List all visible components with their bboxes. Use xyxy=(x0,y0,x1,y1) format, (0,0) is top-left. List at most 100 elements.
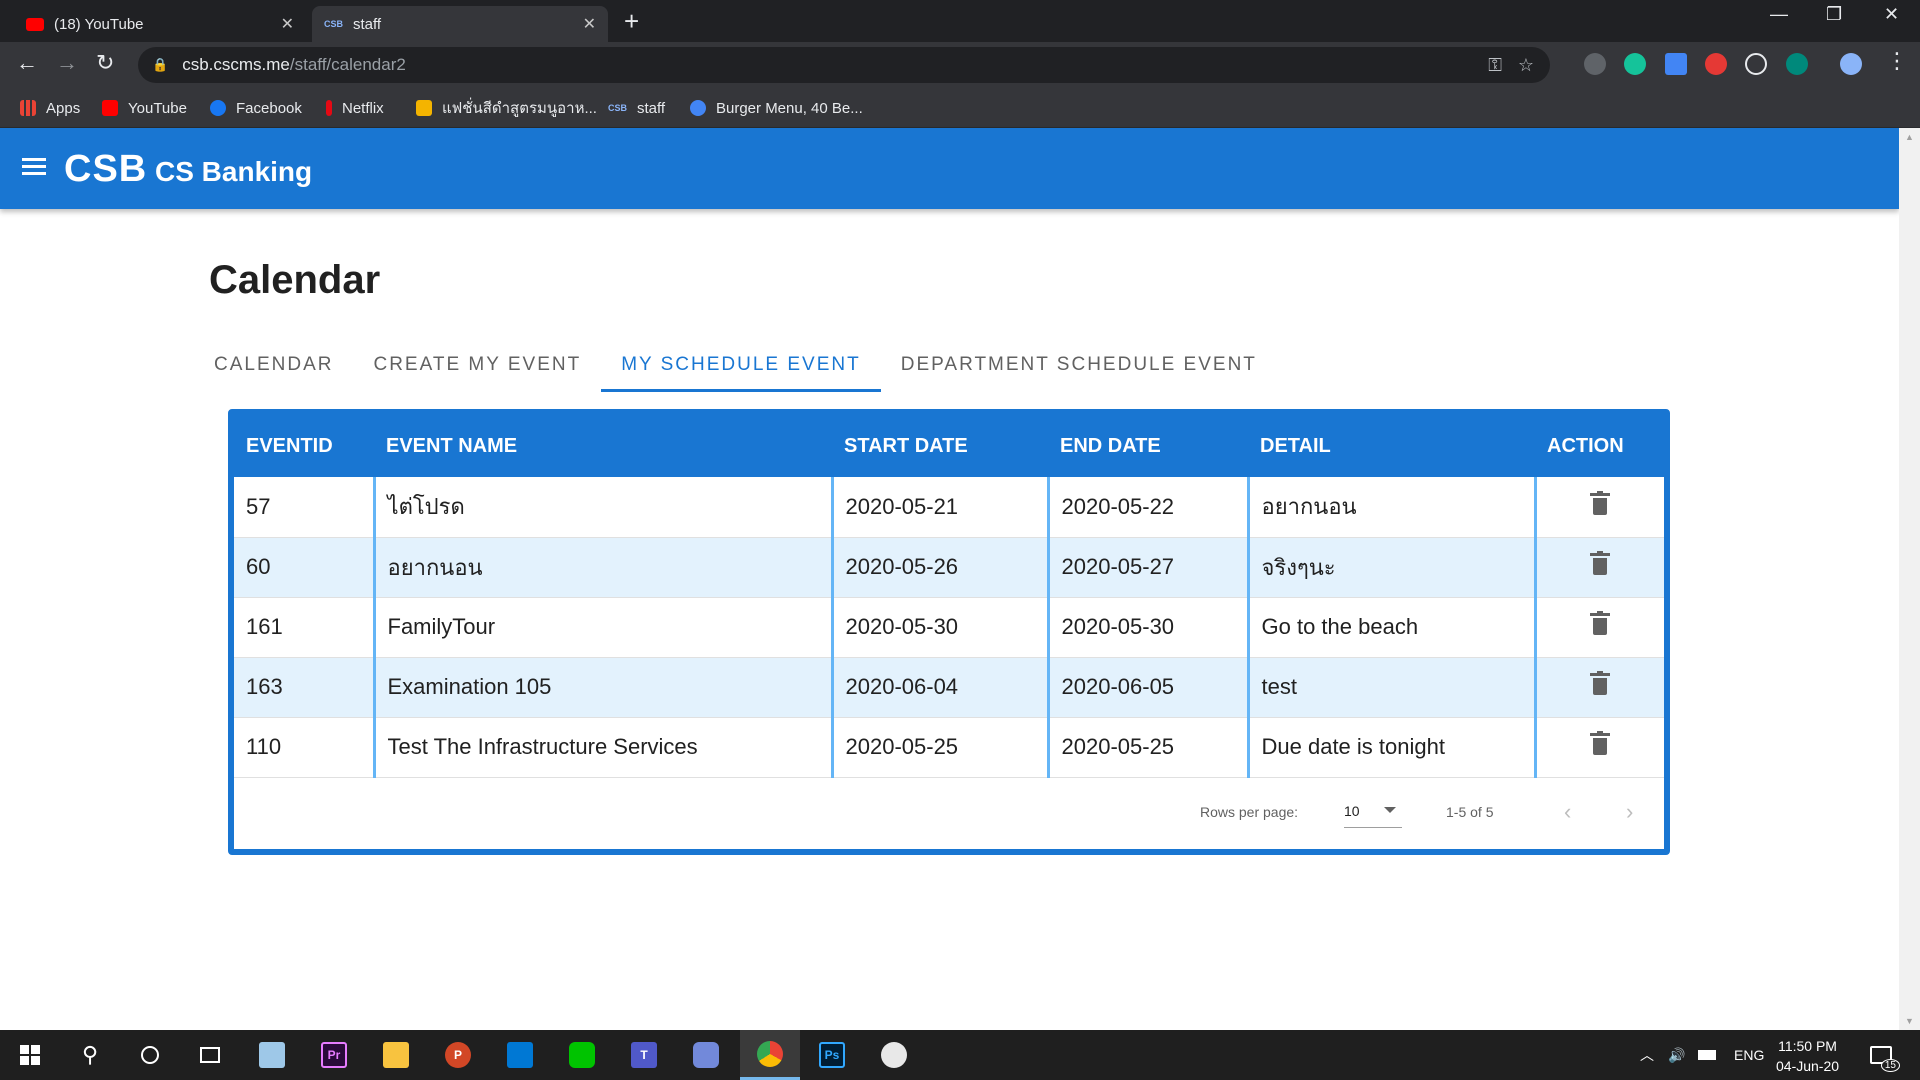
bookmark-label: แฟชั่นสีดำสูตรมนูอาห... xyxy=(442,100,597,117)
translate-icon[interactable] xyxy=(1665,53,1687,75)
bookmark-star-icon[interactable]: ☆ xyxy=(1518,55,1534,76)
apps-grid-icon xyxy=(20,100,36,116)
taskbar-app[interactable]: Ps xyxy=(802,1030,862,1080)
delete-icon[interactable] xyxy=(1590,490,1611,515)
browser-tab-staff[interactable]: CSB staff ✕ xyxy=(312,6,608,42)
battery-icon[interactable] xyxy=(1698,1030,1716,1080)
dropdown-arrow-icon xyxy=(1384,807,1396,813)
page-scrollbar[interactable]: ▲ ▼ xyxy=(1899,128,1920,1030)
cell-detail: อยากนอน xyxy=(1248,477,1537,538)
cell-detail: Go to the beach xyxy=(1248,597,1537,658)
previous-page-icon[interactable]: ‹ xyxy=(1564,799,1571,825)
app-name: CS Banking xyxy=(155,156,313,187)
react-devtools-icon[interactable] xyxy=(1745,53,1767,75)
taskbar-app[interactable] xyxy=(864,1030,924,1080)
tab-my-schedule-event[interactable]: MY SCHEDULE EVENT xyxy=(601,340,881,392)
cell-action xyxy=(1535,657,1664,718)
extension-teal-icon[interactable] xyxy=(1786,53,1808,75)
taskbar-app[interactable]: T xyxy=(614,1030,674,1080)
close-tab-icon[interactable]: ✕ xyxy=(583,14,596,34)
taskbar-app[interactable] xyxy=(552,1030,612,1080)
input-language[interactable]: ENG xyxy=(1734,1030,1764,1080)
tab-department-schedule-event[interactable]: DEPARTMENT SCHEDULE EVENT xyxy=(881,340,1277,390)
taskbar-app[interactable] xyxy=(676,1030,736,1080)
extension-red-icon[interactable] xyxy=(1705,53,1727,75)
rows-per-page-select[interactable]: 10 xyxy=(1344,803,1402,828)
app-bar: CSB CS Banking xyxy=(0,128,1899,209)
back-icon[interactable]: ← xyxy=(16,50,38,76)
cell-detail: จริงๆนะ xyxy=(1248,537,1537,598)
cell-eventid: 163 xyxy=(234,657,376,718)
taskbar-app[interactable]: P xyxy=(428,1030,488,1080)
task-view-button[interactable] xyxy=(180,1030,240,1080)
bookmark-staff[interactable]: CSB staff xyxy=(608,88,665,128)
bookmark-recipe[interactable]: แฟชั่นสีดำสูตรมนูอาห... xyxy=(416,88,597,128)
premiere-pro-icon: Pr xyxy=(321,1042,347,1068)
bookmark-label: Apps xyxy=(46,99,81,117)
menu-icon[interactable] xyxy=(22,158,46,176)
browser-menu-icon[interactable]: ⋮ xyxy=(1886,48,1908,74)
key-icon[interactable]: ⚿ xyxy=(1488,55,1502,76)
teams-icon: T xyxy=(631,1042,657,1068)
column-header-start-date[interactable]: START DATE xyxy=(832,415,1048,477)
taskbar-app[interactable]: Pr xyxy=(304,1030,364,1080)
powerpoint-icon: P xyxy=(445,1042,471,1068)
close-tab-icon[interactable]: ✕ xyxy=(281,14,294,34)
action-center-button[interactable]: 15 xyxy=(1870,1030,1900,1080)
bookmark-netflix[interactable]: Netflix xyxy=(326,88,384,128)
cell-eventid: 60 xyxy=(234,537,376,598)
tab-title: (18) YouTube xyxy=(54,15,144,33)
minimize-icon[interactable]: — xyxy=(1770,4,1788,25)
app-logo[interactable]: CSB xyxy=(64,148,147,191)
cell-action xyxy=(1535,537,1664,598)
taskbar-app-chrome[interactable] xyxy=(740,1030,800,1080)
cell-eventid: 57 xyxy=(234,477,376,538)
grammarly-icon[interactable] xyxy=(1624,53,1646,75)
new-tab-button[interactable]: + xyxy=(624,6,639,37)
address-bar[interactable]: 🔒 csb.cscms.me/staff/calendar2 ⚿ ☆ xyxy=(138,47,1550,83)
tab-calendar[interactable]: CALENDAR xyxy=(194,340,353,390)
system-clock[interactable]: 11:50 PM 04-Jun-20 xyxy=(1776,1036,1839,1076)
bookmark-youtube[interactable]: YouTube xyxy=(102,88,187,128)
cell-end-date: 2020-06-05 xyxy=(1048,657,1250,718)
profile-avatar[interactable] xyxy=(1840,53,1862,75)
column-header-eventid[interactable]: EVENTID xyxy=(234,415,374,477)
taskbar-app[interactable] xyxy=(490,1030,550,1080)
cell-event-name: Examination 105 xyxy=(374,657,834,718)
start-button[interactable] xyxy=(0,1030,60,1080)
forward-icon[interactable]: → xyxy=(56,50,78,76)
cell-end-date: 2020-05-27 xyxy=(1048,537,1250,598)
taskbar-app[interactable] xyxy=(242,1030,302,1080)
delete-icon[interactable] xyxy=(1590,611,1611,635)
discord-icon xyxy=(693,1042,719,1068)
tab-create-my-event[interactable]: CREATE MY EVENT xyxy=(353,340,601,390)
table-row: 161 FamilyTour 2020-05-30 2020-05-30 Go … xyxy=(234,597,1664,658)
extension-n-icon[interactable] xyxy=(1584,53,1606,75)
cell-action xyxy=(1535,597,1664,658)
delete-icon[interactable] xyxy=(1590,551,1611,575)
delete-icon[interactable] xyxy=(1590,731,1611,755)
scroll-down-icon[interactable]: ▼ xyxy=(1905,1016,1914,1026)
bookmark-apps[interactable]: Apps xyxy=(20,88,80,128)
restore-icon[interactable]: ❐ xyxy=(1826,4,1842,25)
window-close-icon[interactable]: ✕ xyxy=(1884,4,1899,25)
delete-icon[interactable] xyxy=(1590,671,1611,695)
column-header-detail[interactable]: DETAIL xyxy=(1248,415,1535,477)
volume-icon[interactable]: 🔊 xyxy=(1668,1030,1685,1080)
table-row: 163 Examination 105 2020-06-04 2020-06-0… xyxy=(234,657,1664,718)
show-hidden-icons[interactable]: ︿ xyxy=(1640,1030,1654,1080)
browser-tab-youtube[interactable]: (18) YouTube ✕ xyxy=(14,6,306,42)
column-header-end-date[interactable]: END DATE xyxy=(1048,415,1248,477)
column-header-event-name[interactable]: EVENT NAME xyxy=(374,415,832,477)
bookmark-burger-menu[interactable]: Burger Menu, 40 Be... xyxy=(690,88,863,128)
rows-per-page-value: 10 xyxy=(1344,803,1360,819)
cortana-button[interactable] xyxy=(120,1030,180,1080)
taskbar-app[interactable] xyxy=(366,1030,426,1080)
browser-tab-strip: (18) YouTube ✕ CSB staff ✕ + — ❐ ✕ xyxy=(0,0,1920,42)
clock-time: 11:50 PM xyxy=(1778,1038,1837,1054)
scroll-up-icon[interactable]: ▲ xyxy=(1905,132,1914,142)
bookmark-facebook[interactable]: Facebook xyxy=(210,88,302,128)
search-button[interactable]: ⚲ xyxy=(60,1030,120,1080)
reload-icon[interactable]: ↻ xyxy=(96,50,114,76)
next-page-icon[interactable]: › xyxy=(1626,799,1633,825)
